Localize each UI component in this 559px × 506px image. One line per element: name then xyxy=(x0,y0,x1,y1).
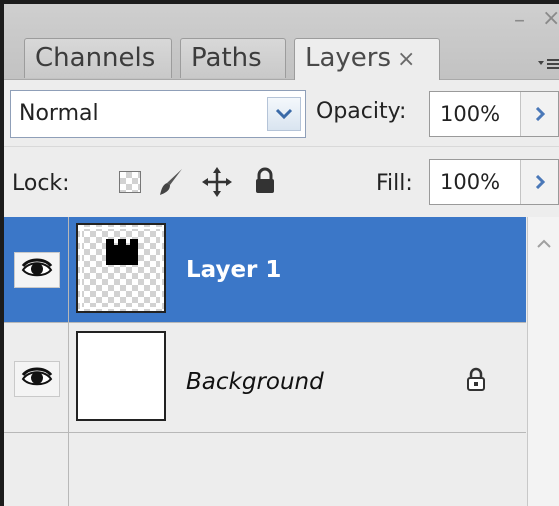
visibility-eye-icon[interactable] xyxy=(14,361,60,397)
lock-fill-row: Lock: Fill: 100% xyxy=(4,146,559,218)
fill-slider-toggle-icon[interactable] xyxy=(520,160,558,204)
layer-row-background[interactable]: Background xyxy=(4,323,526,433)
blend-opacity-row: Normal Opacity: 100% xyxy=(4,80,559,146)
lock-transparency-icon[interactable] xyxy=(119,171,141,193)
opacity-field[interactable]: 100% xyxy=(429,91,559,137)
fill-value: 100% xyxy=(440,170,501,194)
tab-paths-label: Paths xyxy=(191,43,262,73)
lock-image-pixels-icon[interactable] xyxy=(158,167,186,201)
visibility-eye-icon[interactable] xyxy=(14,252,60,288)
blend-mode-value: Normal xyxy=(19,101,99,126)
row-divider xyxy=(68,217,69,323)
layers-list: Layer 1 Background xyxy=(4,217,559,506)
blend-mode-select[interactable]: Normal xyxy=(10,90,306,138)
minimize-icon[interactable]: – xyxy=(514,8,525,33)
close-window-icon[interactable]: × xyxy=(542,6,559,31)
close-tab-icon[interactable]: × xyxy=(397,47,415,72)
layer-row-layer-1[interactable]: Layer 1 xyxy=(4,217,526,323)
opacity-slider-toggle-icon[interactable] xyxy=(520,92,558,136)
tab-paths[interactable]: Paths xyxy=(180,38,286,78)
layer-thumbnail xyxy=(76,223,166,313)
tab-layers[interactable]: Layers × xyxy=(294,38,440,80)
layer-name[interactable]: Layer 1 xyxy=(186,257,281,283)
row-divider xyxy=(68,323,69,433)
panel-menu-icon[interactable] xyxy=(538,56,559,77)
scroll-up-icon[interactable] xyxy=(536,237,552,248)
opacity-value: 100% xyxy=(440,102,501,126)
layers-scrollbar[interactable] xyxy=(527,217,559,506)
fill-label: Fill: xyxy=(376,171,413,196)
tab-layers-label: Layers xyxy=(305,43,392,73)
lock-icon xyxy=(466,367,486,395)
row-divider xyxy=(68,433,69,506)
chevron-down-icon[interactable] xyxy=(267,97,301,131)
layer-thumbnail xyxy=(76,331,166,421)
lock-all-icon[interactable] xyxy=(254,167,276,199)
layers-panel: Channels Paths Layers × – × Normal Opacit… xyxy=(0,0,559,506)
panel-tab-bar: Channels Paths Layers × – × xyxy=(4,4,559,80)
tab-channels[interactable]: Channels xyxy=(24,38,172,78)
fill-field[interactable]: 100% xyxy=(429,159,559,205)
lock-position-icon[interactable] xyxy=(202,167,232,201)
opacity-label: Opacity: xyxy=(316,99,407,124)
lock-label: Lock: xyxy=(12,171,70,196)
layer-name[interactable]: Background xyxy=(186,369,324,395)
tab-channels-label: Channels xyxy=(35,43,156,73)
